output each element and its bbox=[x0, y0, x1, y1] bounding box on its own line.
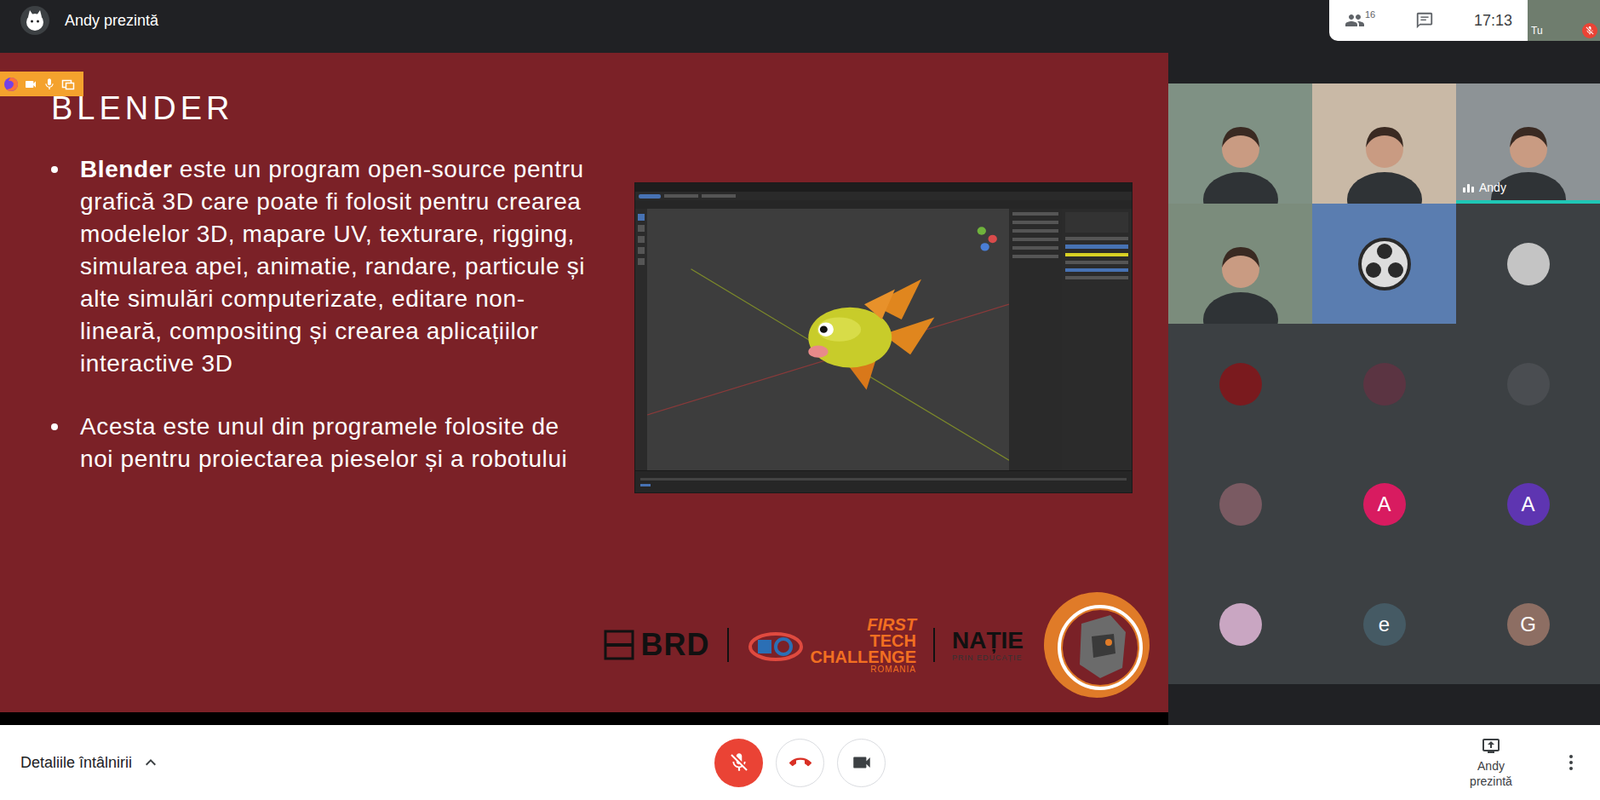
natie-logo: NAȚIE PRIN EDUCAȚIE bbox=[951, 628, 1024, 662]
self-view: Tu bbox=[1527, 0, 1600, 41]
participant-tile[interactable]: Andy bbox=[1456, 83, 1600, 204]
firefox-icon bbox=[3, 76, 19, 92]
bullet-text: Acesta este unul din programele folosite… bbox=[80, 410, 597, 476]
participant-avatar bbox=[1219, 362, 1262, 406]
presenter-label: Andy prezintă bbox=[64, 9, 159, 33]
slide: BLENDER Blender este un program open-sou… bbox=[0, 52, 1169, 712]
avatar-letter: A bbox=[1376, 488, 1391, 520]
ftc-logo: FIRST TECH CHALLENGE ROMANIA bbox=[745, 616, 917, 674]
participant-tile[interactable]: A bbox=[1456, 443, 1600, 564]
top-bar: Andy prezintă 16 17:13 Tu bbox=[0, 0, 1600, 53]
participant-tile[interactable] bbox=[1456, 323, 1600, 444]
share-indicator bbox=[0, 71, 84, 97]
blender-viewport[interactable] bbox=[647, 208, 1010, 471]
participant-name: Andy bbox=[1479, 178, 1507, 197]
more-options-icon[interactable] bbox=[1560, 751, 1582, 773]
participant-tile[interactable] bbox=[1168, 563, 1313, 684]
participant-tile[interactable] bbox=[1168, 323, 1313, 444]
participant-tile[interactable] bbox=[1312, 323, 1457, 444]
participants-count: 16 bbox=[1364, 7, 1376, 23]
microphone-off-icon bbox=[728, 751, 751, 774]
text-label: Acesta este unul din programele folosite… bbox=[80, 412, 568, 472]
people-button[interactable]: 16 bbox=[1344, 10, 1376, 31]
participant-avatar bbox=[1507, 242, 1550, 286]
text-label: este un program open-source pentru grafi… bbox=[80, 155, 593, 377]
bullet-list: Blender este un program open-source pent… bbox=[51, 153, 597, 476]
text-label: Blender bbox=[80, 155, 173, 183]
participant-tile[interactable]: e bbox=[1312, 563, 1457, 684]
team-robot-logo-icon bbox=[1040, 589, 1153, 700]
participants-panel: Andy A Ae G bbox=[1168, 52, 1600, 725]
person-video-icon bbox=[1193, 109, 1288, 204]
self-mic-indicator bbox=[1582, 22, 1598, 39]
bottom-bar: Detaliile întâlnirii Andy prezintă bbox=[0, 724, 1600, 800]
window-share-icon bbox=[61, 77, 75, 92]
text-label: CHALLENGE bbox=[810, 648, 917, 666]
bullet-dot bbox=[51, 166, 58, 173]
bullet-item: Blender este un program open-source pent… bbox=[51, 153, 597, 380]
brd-logo: BRD bbox=[603, 629, 711, 660]
avatar-letter: A bbox=[1520, 488, 1535, 520]
participant-tile[interactable] bbox=[1312, 83, 1457, 204]
people-icon bbox=[1344, 10, 1365, 31]
chevron-up-icon bbox=[140, 751, 161, 773]
obs-logo-icon bbox=[1356, 235, 1413, 293]
participant-tile[interactable]: A bbox=[1312, 443, 1457, 564]
present-screen-icon bbox=[1480, 735, 1502, 757]
camera-button[interactable] bbox=[837, 738, 886, 787]
meeting-details-label: Detaliile întâlnirii bbox=[20, 751, 132, 775]
slide-title: BLENDER bbox=[51, 86, 1169, 130]
leave-call-button[interactable] bbox=[775, 738, 825, 787]
participant-avatar: A bbox=[1363, 482, 1406, 526]
participant-avatar bbox=[1507, 362, 1550, 406]
microphone-button[interactable] bbox=[714, 738, 763, 787]
text-label: ROMANIA bbox=[870, 665, 917, 674]
blender-window bbox=[634, 182, 1133, 494]
self-mic-off-icon bbox=[1584, 25, 1595, 36]
avatar-letter: e bbox=[1378, 608, 1390, 640]
participant-avatar: e bbox=[1363, 602, 1406, 646]
participant-tile[interactable] bbox=[1456, 203, 1600, 324]
participant-avatar bbox=[1219, 482, 1262, 526]
bullet-dot bbox=[51, 423, 58, 431]
sponsor-logos: BRD FIRST TECH CHALLENGE ROMANIA NAȚIE P… bbox=[51, 589, 1153, 700]
brd-mark-icon bbox=[603, 629, 635, 660]
speaking-indicator bbox=[1456, 200, 1600, 204]
ftc-mark-icon bbox=[745, 625, 806, 664]
participant-tile[interactable] bbox=[1312, 203, 1457, 324]
participant-avatar: G bbox=[1507, 602, 1550, 646]
participant-tile[interactable] bbox=[1168, 443, 1313, 564]
meeting-details-button[interactable]: Detaliile întâlnirii bbox=[0, 751, 715, 775]
hang-up-icon bbox=[789, 751, 812, 774]
present-button[interactable]: Andy prezintă bbox=[1455, 735, 1527, 789]
avatar-letter: G bbox=[1519, 608, 1537, 640]
text-label: PRIN EDUCAȚIE bbox=[951, 653, 1023, 662]
participant-avatar bbox=[1219, 602, 1262, 646]
present-label: Andy prezintă bbox=[1455, 757, 1527, 789]
presenter-avatar-icon bbox=[20, 5, 50, 35]
participant-label: Andy bbox=[1462, 178, 1507, 197]
text-label: FIRST bbox=[866, 616, 917, 633]
bullet-text: Blender este un program open-source pent… bbox=[80, 153, 597, 380]
person-video-icon bbox=[1337, 109, 1432, 204]
chat-icon[interactable] bbox=[1415, 11, 1434, 30]
participant-avatar bbox=[1363, 362, 1406, 406]
fish-model-icon bbox=[647, 208, 1010, 471]
text-label: BRD bbox=[641, 629, 711, 660]
meeting-info-box: 16 17:13 bbox=[1329, 0, 1528, 41]
participant-avatar: A bbox=[1507, 482, 1550, 526]
camera-icon bbox=[23, 77, 38, 92]
microphone-icon bbox=[42, 77, 57, 92]
person-video-icon bbox=[1193, 229, 1288, 324]
audio-level-icon bbox=[1462, 183, 1474, 193]
clock: 17:13 bbox=[1473, 9, 1513, 33]
bullet-item: Acesta este unul din programele folosite… bbox=[51, 410, 597, 476]
participant-tile[interactable] bbox=[1168, 203, 1313, 324]
text-label: TECH bbox=[870, 632, 917, 649]
participant-tile[interactable] bbox=[1168, 83, 1313, 204]
participant-tile[interactable]: G bbox=[1456, 563, 1600, 684]
self-view-label: Tu bbox=[1531, 22, 1543, 39]
text-label: NAȚIE bbox=[951, 628, 1024, 653]
camera-icon bbox=[850, 751, 873, 774]
